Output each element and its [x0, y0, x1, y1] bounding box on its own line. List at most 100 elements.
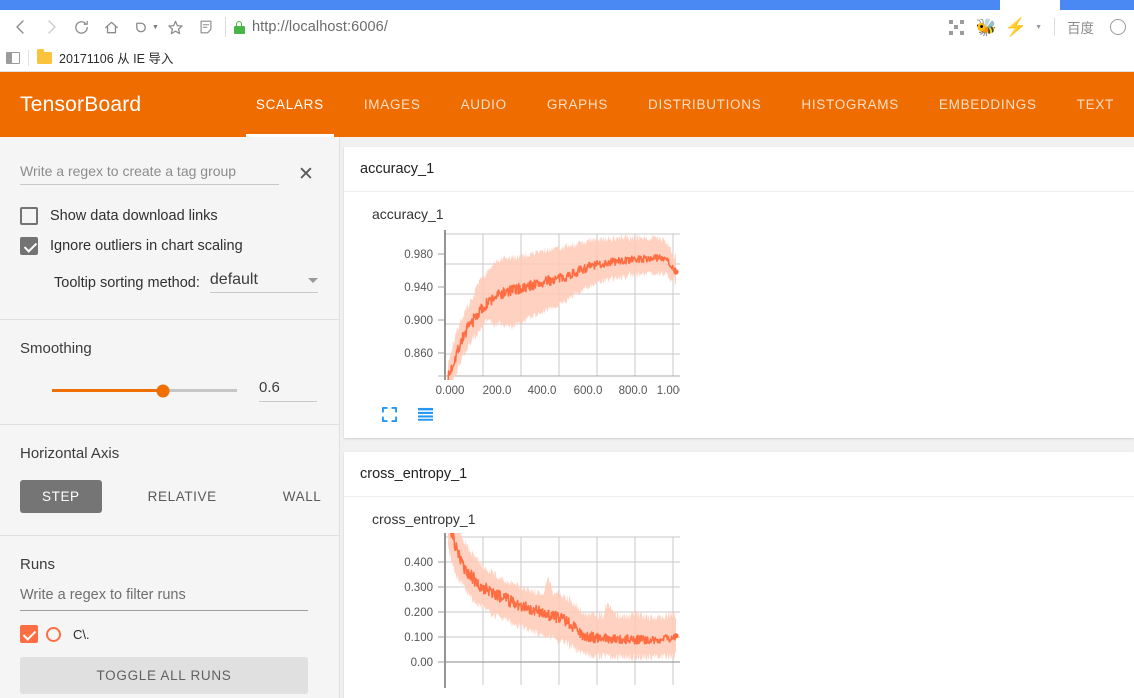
toolbar-right-divider [1054, 18, 1055, 36]
ignore-outliers-label: Ignore outliers in chart scaling [50, 238, 243, 254]
url-text: http://localhost:6006/ [251, 19, 388, 35]
smoothing-value-field[interactable]: 0.6 [259, 379, 317, 402]
run-list-item[interactable]: C\. [0, 625, 339, 643]
reader-icon[interactable] [191, 12, 221, 42]
qr-code-icon[interactable] [941, 12, 971, 42]
xtick-label: 400.0 [528, 385, 557, 397]
chevron-down-icon[interactable]: ▼ [1035, 24, 1042, 31]
ignore-outliers-row[interactable]: Ignore outliers in chart scaling [0, 237, 339, 255]
smoothing-row: 0.6 [0, 379, 339, 402]
search-engine-label[interactable]: 百度 [1063, 17, 1098, 37]
browser-active-tab[interactable] [1000, 0, 1060, 10]
show-download-links-checkbox[interactable] [20, 207, 38, 225]
bookmark-folder-label[interactable]: 20171106 从 IE 导入 [59, 48, 173, 67]
smoothing-title: Smoothing [20, 340, 92, 357]
xtick-label: 200.0 [483, 385, 512, 397]
secure-lock-icon [233, 20, 245, 34]
history-chevron-down-icon[interactable]: ▼ [152, 24, 159, 31]
close-icon[interactable]: ✕ [293, 161, 319, 187]
folder-icon[interactable] [37, 48, 52, 64]
tab-graphs[interactable]: GRAPHS [527, 72, 628, 137]
tooltip-sorting-label: Tooltip sorting method: [54, 275, 200, 291]
axis-option-relative[interactable]: RELATIVE [126, 480, 239, 513]
smoothing-slider-fill [52, 389, 163, 392]
tab-text[interactable]: TEXT [1057, 72, 1134, 137]
ytick-label: 0.300 [404, 582, 433, 594]
chevron-down-icon [307, 278, 318, 283]
ytick-label: 0.200 [404, 607, 433, 619]
axis-option-wall[interactable]: WALL [261, 480, 339, 513]
bookmark-divider [28, 49, 29, 66]
circle-icon[interactable] [1110, 19, 1126, 35]
main-body: ✕ Show data download links Ignore outlie… [0, 137, 1134, 698]
sidebar-divider-3 [0, 535, 339, 536]
cross-entropy-uncertainty-band [448, 533, 676, 662]
smoothing-slider-knob[interactable] [156, 384, 170, 397]
show-download-links-row[interactable]: Show data download links [0, 207, 339, 225]
horizontal-axis-options: STEP RELATIVE WALL [0, 480, 339, 513]
cross-entropy-ytick-labels: 0.400 0.300 0.200 0.100 0.00 [404, 557, 433, 669]
accuracy-xtick-labels: 0.000 200.0 400.0 600.0 800.0 1.000k [436, 385, 680, 397]
address-bar[interactable]: http://localhost:6006/ [252, 19, 388, 35]
run-name-label: C\. [73, 626, 90, 642]
ytick-label: 0.400 [404, 557, 433, 569]
sidebar: ✕ Show data download links Ignore outlie… [0, 137, 340, 698]
back-arrow-icon[interactable] [6, 12, 36, 42]
ignore-outliers-checkbox[interactable] [20, 237, 38, 255]
tab-embeddings[interactable]: EMBEDDINGS [919, 72, 1057, 137]
chart-pane[interactable]: accuracy_1 accuracy_1 0.980 0.940 0.900 … [340, 137, 1134, 698]
tab-audio[interactable]: AUDIO [441, 72, 527, 137]
tab-scalars[interactable]: SCALARS [236, 72, 344, 137]
card-body-accuracy: accuracy_1 0.980 0.940 0.900 0.860 0.000… [344, 192, 1134, 438]
runs-filter-input[interactable] [20, 587, 308, 611]
smoothing-value: 0.6 [259, 379, 280, 396]
chart-label-accuracy: accuracy_1 [372, 206, 444, 222]
accuracy-y-ticks [438, 253, 445, 354]
star-icon[interactable] [161, 12, 191, 42]
card-title-accuracy[interactable]: accuracy_1 [344, 147, 1134, 192]
xtick-label: 600.0 [574, 385, 603, 397]
forward-arrow-icon[interactable] [36, 12, 66, 42]
data-series-icon[interactable] [417, 407, 434, 422]
run-checkbox[interactable] [20, 625, 38, 643]
chart-actions-accuracy [360, 403, 1118, 430]
show-download-links-label: Show data download links [50, 208, 218, 224]
bee-icon[interactable]: 🐝 [971, 12, 1001, 42]
browser-tab-strip[interactable] [0, 0, 1134, 10]
browser-toolbar: ▼ http://localhost:6006/ 🐝 ⚡ ▼ 百度 [0, 10, 1134, 44]
fullscreen-expand-icon[interactable] [382, 407, 397, 422]
tag-regex-row: ✕ [0, 137, 339, 185]
app-title: TensorBoard [20, 92, 142, 116]
ytick-label: 0.900 [404, 315, 433, 327]
tab-distributions[interactable]: DISTRIBUTIONS [628, 72, 781, 137]
axis-option-step[interactable]: STEP [20, 480, 102, 513]
tooltip-sorting-select[interactable]: default [209, 271, 318, 293]
ytick-label: 0.860 [404, 348, 433, 360]
card-title-cross-entropy[interactable]: cross_entropy_1 [344, 452, 1134, 497]
smoothing-slider[interactable] [52, 384, 237, 397]
tag-regex-input[interactable] [20, 163, 279, 185]
tab-images[interactable]: IMAGES [344, 72, 441, 137]
navigation-buttons: ▼ [0, 12, 221, 42]
accuracy-chart-svg[interactable]: 0.980 0.940 0.900 0.860 0.000 200.0 400.… [360, 228, 680, 403]
toggle-all-runs-button[interactable]: TOGGLE ALL RUNS [20, 657, 308, 694]
home-icon[interactable] [96, 12, 126, 42]
card-body-cross-entropy: cross_entropy_1 0.400 0.300 0.200 0.100 … [344, 497, 1134, 698]
chart-card-accuracy: accuracy_1 accuracy_1 0.980 0.940 0.900 … [344, 147, 1134, 438]
main-tabs: SCALARS IMAGES AUDIO GRAPHS DISTRIBUTION… [236, 72, 1134, 137]
sidebar-divider-1 [0, 319, 339, 320]
bookmark-bar: 20171106 从 IE 导入 [0, 44, 1134, 72]
xtick-label: 0.000 [436, 385, 465, 397]
cross-entropy-chart-svg[interactable]: 0.400 0.300 0.200 0.100 0.00 [360, 533, 680, 693]
toolbar-right-group: 🐝 ⚡ ▼ 百度 [941, 12, 1134, 42]
lightning-icon[interactable]: ⚡ [1001, 12, 1031, 42]
tab-histograms[interactable]: HISTOGRAMS [781, 72, 919, 137]
ytick-label: 0.00 [411, 657, 433, 669]
apps-panel-icon[interactable] [6, 51, 20, 64]
reload-icon[interactable] [66, 12, 96, 42]
accuracy-last-point [673, 269, 679, 275]
tensorboard-header: TensorBoard SCALARS IMAGES AUDIO GRAPHS … [0, 72, 1134, 137]
xtick-label: 1.000k [657, 385, 680, 397]
cross-entropy-last-point [673, 633, 679, 639]
chart-label-cross-entropy: cross_entropy_1 [372, 511, 476, 527]
